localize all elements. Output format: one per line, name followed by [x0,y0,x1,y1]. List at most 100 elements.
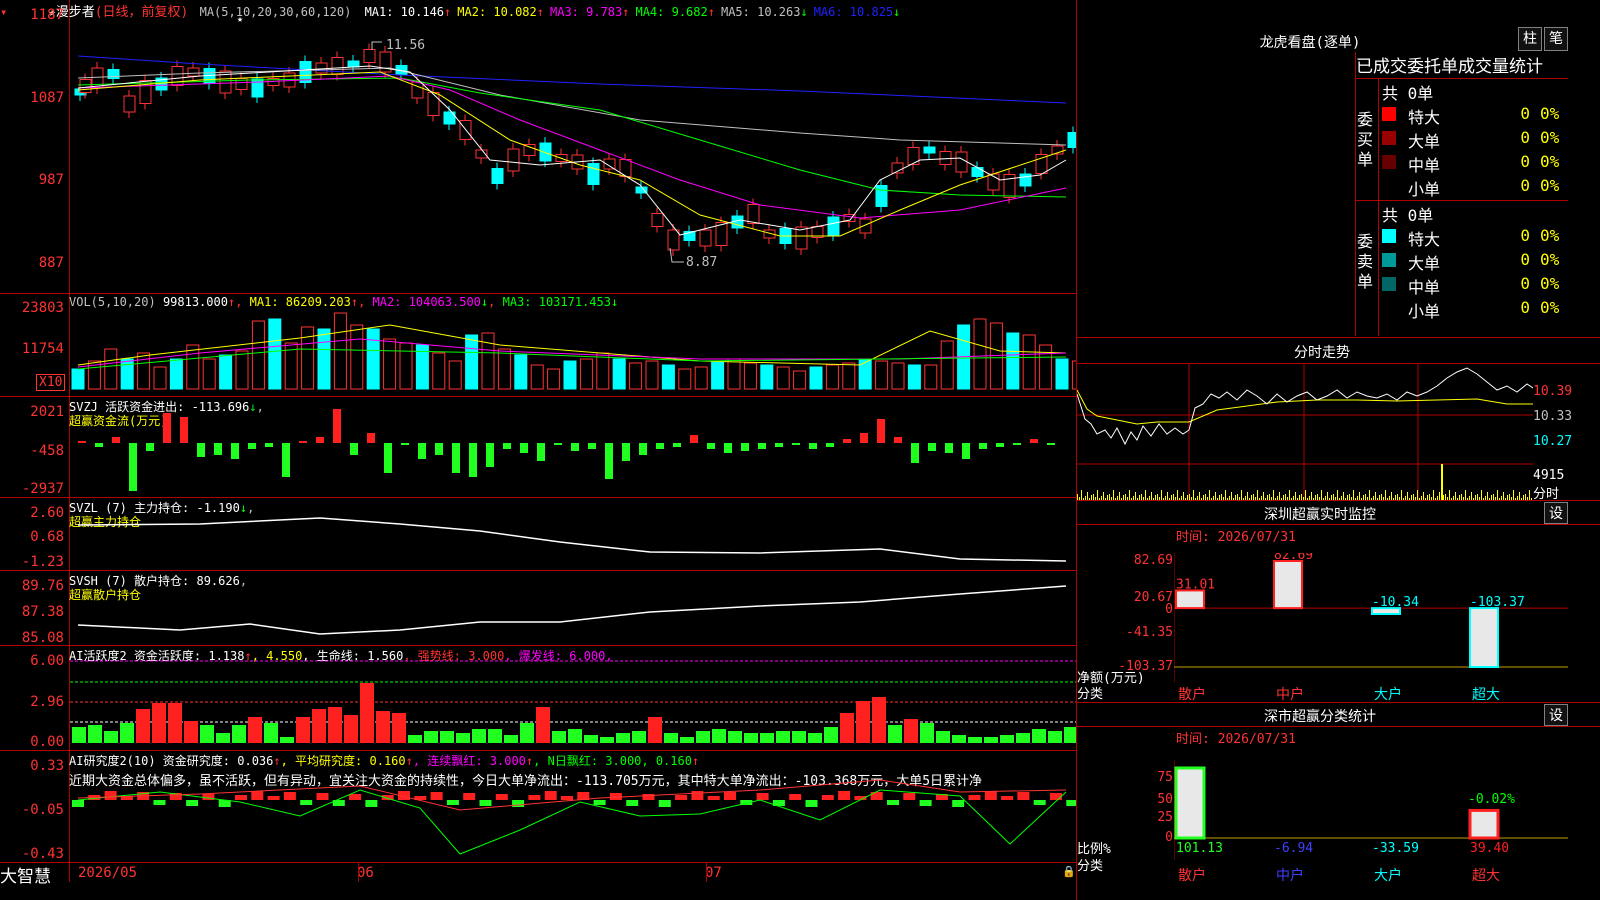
ai1-bar [568,729,582,743]
intraday-vol-bar [1455,492,1456,500]
intraday-chart[interactable] [1077,364,1533,500]
ai1-bar [200,725,214,743]
ai2-bar [528,795,541,800]
intraday-vol-bar [1305,490,1306,500]
svzj-bar [265,443,273,447]
ai1-bar [296,717,310,743]
divider [1077,337,1600,338]
ai1-bar [88,725,102,743]
svzj-bar [588,443,596,449]
candle-body [587,163,600,185]
ai1-bar [328,707,342,743]
svzj-bar [996,443,1004,447]
ai1-bar [1048,731,1062,743]
intraday-vol-bar [1343,492,1344,500]
intraday-vol-bar [1423,492,1424,500]
ai2-bar [838,791,851,800]
svzj-bar [282,443,290,477]
buy-row-3: 小单 0 0% [1380,174,1570,199]
candle-body [427,92,440,116]
ai2-bar [658,800,671,807]
x-label: 2026/05 [78,865,138,881]
lock-icon[interactable]: 🔒 [1062,865,1076,878]
color-swatch-icon [1382,301,1396,315]
intraday-vol-bar [1183,492,1184,500]
ai2-bar [821,795,834,800]
ai1-bar [696,731,710,743]
svzj-bar [231,443,239,459]
ai1-bar [648,717,662,743]
ai2-bar [691,791,704,800]
candle-body [875,185,888,207]
color-swatch-icon [1382,131,1396,145]
color-swatch-icon [1382,107,1396,121]
sell-row-v1: 0 [1520,274,1530,293]
svzj-bar [639,443,647,455]
sell-row-label: 小单 [1408,302,1441,321]
svzj-bar [163,413,171,443]
kline-chart[interactable] [0,0,1076,293]
ai2-bar [365,800,378,807]
ai1-bar [280,737,294,743]
intraday-price-high: 10.39 [1533,384,1573,399]
ai2-bar [952,800,965,807]
monitor-y-tick: 82.69 [1133,553,1173,568]
candle-body [315,62,328,74]
ai1-bar [456,733,470,743]
classify-time: 时间: 2026/07/31 [1176,732,1296,747]
volume-bar [333,312,347,390]
intraday-vol-bar [1375,492,1376,500]
ai1-bar [536,707,550,743]
volume-bar [661,364,675,390]
volume-bar [596,352,610,390]
ai2-bar [283,792,296,800]
monitor-y-tick: -41.35 [1126,625,1173,640]
monitor-settings-button[interactable]: 设 [1544,502,1568,524]
ai1-bar [264,723,278,743]
low-price-label: 8.87 [686,255,718,270]
monitor-time: 时间: 2026/07/31 [1176,530,1296,545]
volume-bar [514,354,528,390]
buy-row-v1: 0 [1520,128,1530,147]
buy-side-label: 委买单 [1357,110,1374,169]
ai2-bar [1033,800,1046,805]
intraday-vol-bar [1417,490,1418,500]
svzj-bar [656,443,664,449]
svzj-bar [418,443,426,459]
intraday-vol-bar [1263,492,1264,500]
svzj-bar [401,443,409,445]
intraday-vol-bar [1503,492,1504,500]
ai2-bar [805,800,818,807]
ai1-bar [392,713,406,743]
volume-bar [530,364,544,390]
color-swatch-icon [1382,155,1396,169]
tick-mode-button[interactable]: 笔 [1544,27,1568,51]
sell-row-label: 大单 [1408,254,1441,273]
ai1-bar [664,733,678,743]
svzj-bar [911,443,919,463]
intraday-vol-bar [1081,490,1082,500]
ai1-bar [840,713,854,743]
candle-body [1067,132,1076,148]
volume-bar [399,342,413,390]
svzj-bar [112,437,120,443]
volume-bar [317,328,331,390]
svzj-bar [877,419,885,443]
ai1-bar [120,723,134,743]
monitor-y-tick: 0 [1165,602,1173,617]
monitor-title: 深圳超赢实时监控 [1264,507,1376,523]
intraday-vol-bar [1407,492,1408,500]
classify-settings-button[interactable]: 设 [1544,704,1568,726]
ai1-bar [104,731,118,743]
bar-mode-button[interactable]: 柱 [1518,27,1542,51]
brand-logo: 大智慧 [0,867,51,887]
intraday-vol-bar [1119,492,1120,500]
volume-bar [383,338,397,390]
svzj-bar [350,443,358,455]
volume-bar [760,364,774,390]
ai1-bar [408,735,422,743]
classify-y-tick: 75 [1157,770,1173,785]
ai1-bar [136,709,150,743]
intraday-vol-bar [1225,490,1226,500]
ai1-bar [888,725,902,743]
